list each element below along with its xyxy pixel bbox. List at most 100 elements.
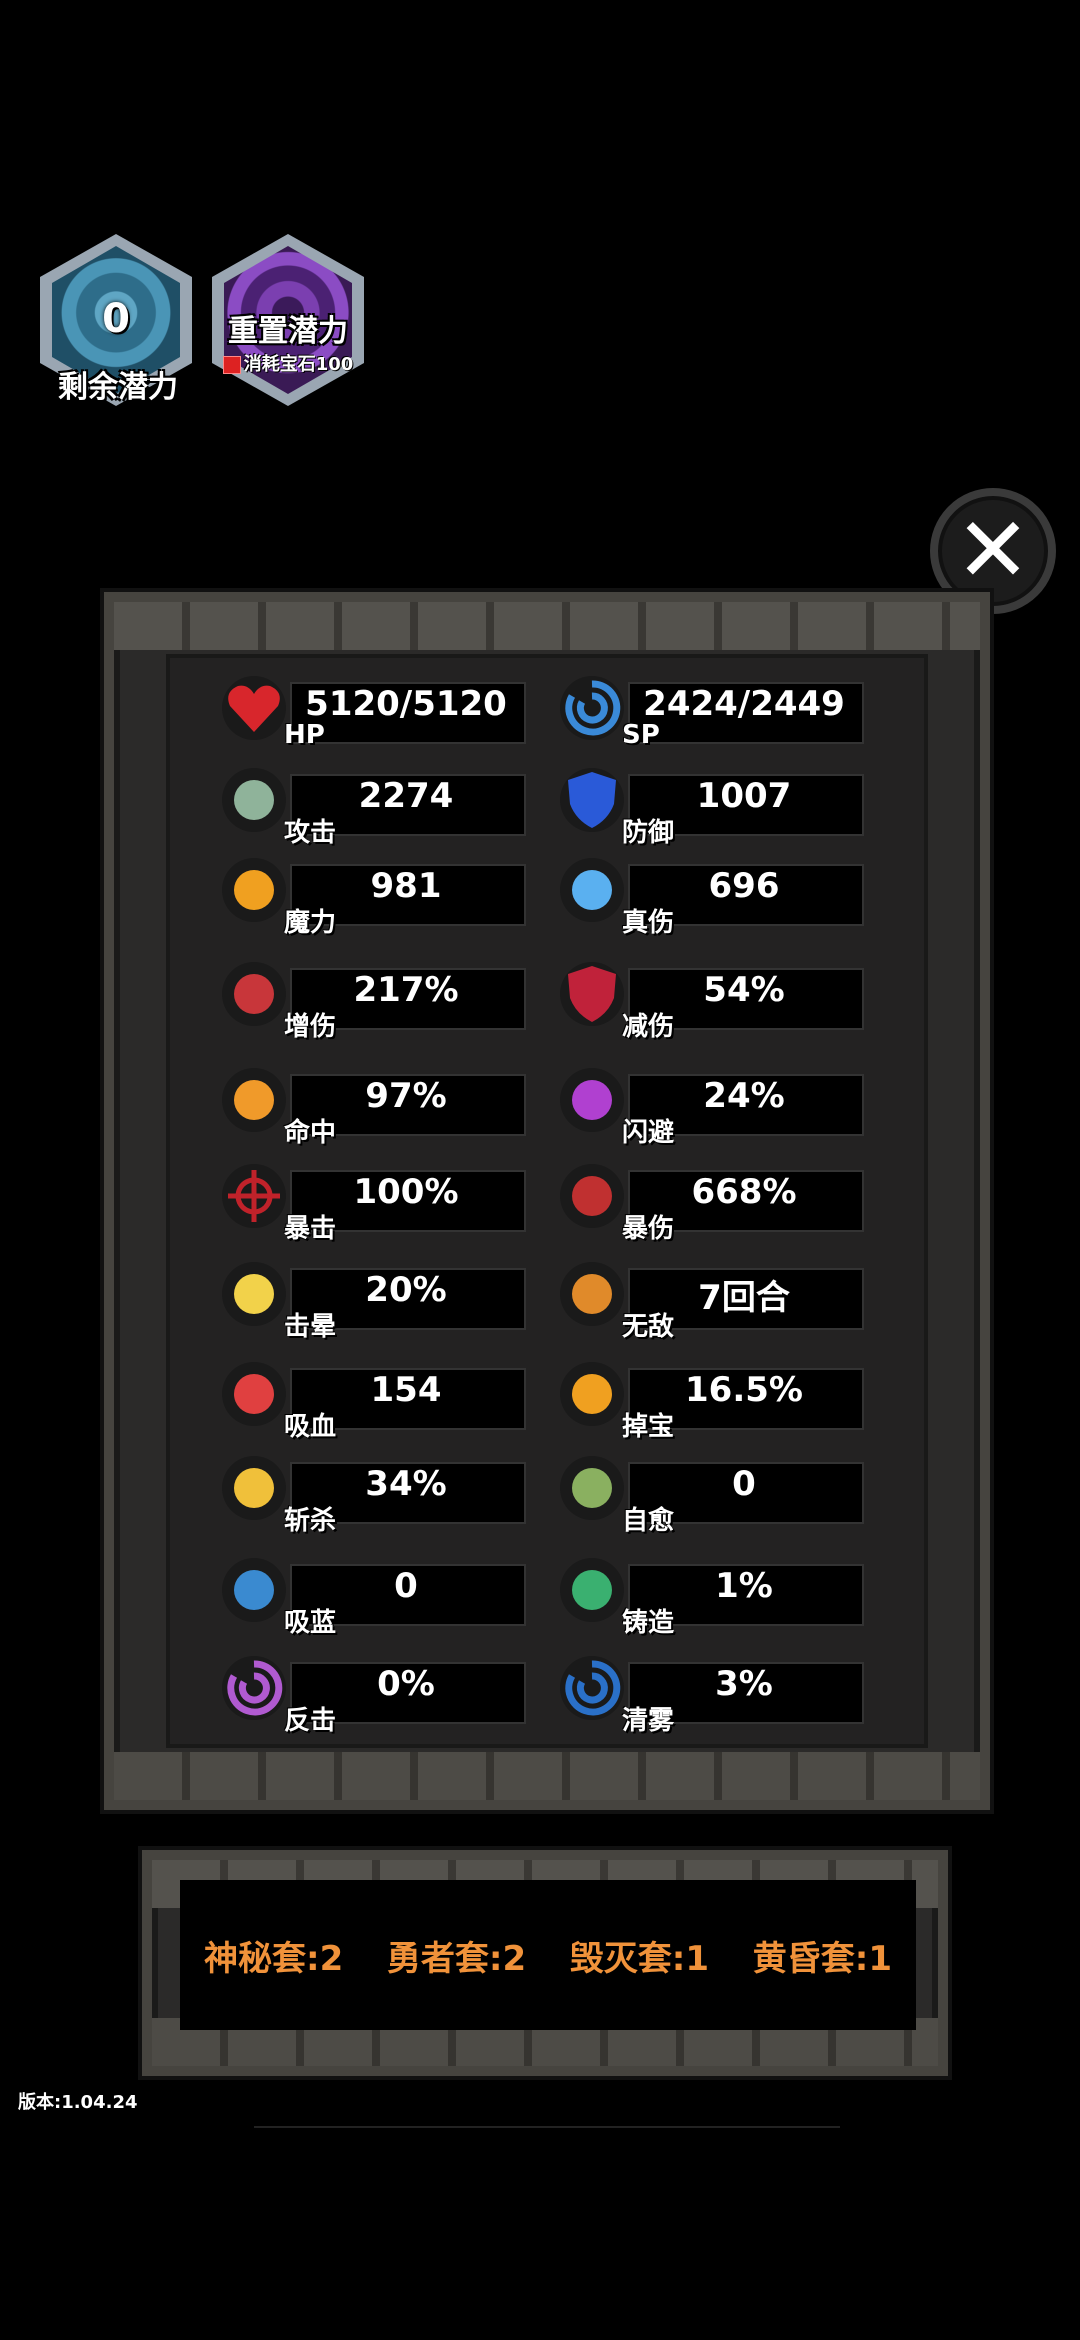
stat-label: 掉宝	[622, 1412, 675, 1442]
stat-label: 暴击	[284, 1214, 337, 1244]
stat-value: 217%	[353, 970, 459, 1010]
stat-blood-vial: 154 吸血	[218, 1358, 538, 1442]
stat-eye: 97% 命中	[218, 1064, 538, 1148]
bubbles-icon	[218, 1554, 290, 1626]
divider	[254, 2126, 840, 2128]
red-shield-icon	[556, 958, 628, 1030]
stat-value: 2424/2449	[643, 684, 845, 724]
stat-label: HP	[284, 720, 325, 750]
stat-label: 反击	[284, 1706, 337, 1736]
stat-label: 铸造	[622, 1608, 675, 1638]
stat-crescent: 0% 反击	[218, 1652, 538, 1736]
eye-icon	[218, 1064, 290, 1136]
coin-drop-icon	[556, 1358, 628, 1430]
stat-heart: 5120/5120 HP	[218, 672, 538, 750]
stat-label: 吸血	[284, 1412, 337, 1442]
stat-label: 增伤	[284, 1012, 337, 1042]
stat-value: 24%	[703, 1076, 785, 1116]
mist-orb-icon	[556, 1652, 628, 1724]
stat-label: 减伤	[622, 1012, 675, 1042]
stat-value: 668%	[691, 1172, 797, 1212]
equipment-sets: 神秘套:2 勇者套:2 毁灭套:1 黄昏套:1	[180, 1880, 916, 2030]
set-twilight: 黄昏套:1	[752, 1938, 892, 1979]
stat-label: 击晕	[284, 1312, 337, 1342]
stat-value: 1%	[715, 1566, 773, 1606]
stat-value: 2274	[358, 776, 454, 816]
stat-crossed-swords: 2274 攻击	[218, 764, 538, 848]
stun-stars-icon	[218, 1258, 290, 1330]
set-hero: 勇者套:2	[386, 1938, 527, 1979]
dodge-runner-icon	[556, 1064, 628, 1136]
remaining-potential-label: 剩余潜力	[58, 370, 178, 405]
healing-hand-icon	[556, 1452, 628, 1524]
ice-claw-icon	[556, 854, 628, 926]
crossed-swords-icon	[218, 764, 290, 836]
slash-icon	[218, 1452, 290, 1524]
remaining-potential-value: 0	[102, 296, 130, 342]
blood-vial-icon	[218, 1358, 290, 1430]
reset-cost: 消耗宝石100	[212, 350, 364, 376]
stat-slash: 34% 斩杀	[218, 1452, 538, 1536]
stat-value: 154	[370, 1370, 442, 1410]
stat-totem: 7回合 无敌	[556, 1258, 876, 1342]
stat-healing-hand: 0 自愈	[556, 1452, 876, 1536]
stat-dodge-runner: 24% 闪避	[556, 1064, 876, 1148]
vortex-icon	[556, 672, 628, 744]
stat-pickaxe: 668% 暴伤	[556, 1160, 876, 1244]
pickaxe-icon	[556, 1160, 628, 1232]
reset-potential-label[interactable]: 重置潜力	[212, 306, 364, 350]
stat-coin-drop: 16.5% 掉宝	[556, 1358, 876, 1442]
stat-vortex: 2424/2449 SP	[556, 672, 876, 750]
stat-fist: 217% 增伤	[218, 958, 538, 1042]
stat-value: 696	[708, 866, 780, 906]
shield-icon	[556, 764, 628, 836]
stat-label: 命中	[284, 1118, 337, 1148]
set-mystic: 神秘套:2	[204, 1938, 344, 1979]
stat-label: 自愈	[622, 1506, 675, 1536]
stat-forge-star: 1% 铸造	[556, 1554, 876, 1638]
close-icon: ✕	[955, 498, 1031, 603]
stat-label: 真伤	[622, 908, 675, 938]
stat-value: 1007	[696, 776, 792, 816]
stat-value: 20%	[365, 1270, 447, 1310]
stat-label: 闪避	[622, 1118, 675, 1148]
magic-orb-icon	[218, 854, 290, 926]
stat-label: 攻击	[284, 818, 337, 848]
stat-value: 0%	[377, 1664, 435, 1704]
stat-label: 清雾	[622, 1706, 675, 1736]
stat-label: 魔力	[284, 908, 337, 938]
stat-label: 暴伤	[622, 1214, 675, 1244]
gem-icon	[222, 356, 241, 374]
stat-label: 无敌	[622, 1312, 675, 1342]
stat-value: 0	[732, 1464, 756, 1504]
stat-label: 防御	[622, 818, 675, 848]
crescent-icon	[218, 1652, 290, 1724]
stat-magic-orb: 981 魔力	[218, 854, 538, 938]
fist-icon	[218, 958, 290, 1030]
set-destruction: 毁灭套:1	[569, 1938, 710, 1979]
stat-value: 16.5%	[685, 1370, 803, 1410]
crosshair-icon	[218, 1160, 290, 1232]
version-label: 版本:1.04.24	[18, 2092, 138, 2113]
stat-label: SP	[622, 720, 660, 750]
stat-mist-orb: 3% 清雾	[556, 1652, 876, 1736]
stat-shield: 1007 防御	[556, 764, 876, 848]
heart-icon	[218, 672, 290, 744]
stat-stun-stars: 20% 击晕	[218, 1258, 538, 1342]
stat-value: 0	[394, 1566, 418, 1606]
stat-ice-claw: 696 真伤	[556, 854, 876, 938]
stat-value: 5120/5120	[305, 684, 507, 724]
stat-value: 54%	[703, 970, 785, 1010]
reset-cost-label: 消耗宝石100	[243, 354, 354, 375]
stat-value: 3%	[715, 1664, 773, 1704]
stat-value: 100%	[353, 1172, 459, 1212]
stat-label: 吸蓝	[284, 1608, 337, 1638]
stat-red-shield: 54% 减伤	[556, 958, 876, 1042]
stat-label: 斩杀	[284, 1506, 337, 1536]
stat-value: 981	[370, 866, 442, 906]
forge-star-icon	[556, 1554, 628, 1626]
stat-bubbles: 0 吸蓝	[218, 1554, 538, 1638]
stat-value: 34%	[365, 1464, 447, 1504]
stat-value: 97%	[365, 1076, 447, 1116]
totem-icon	[556, 1258, 628, 1330]
